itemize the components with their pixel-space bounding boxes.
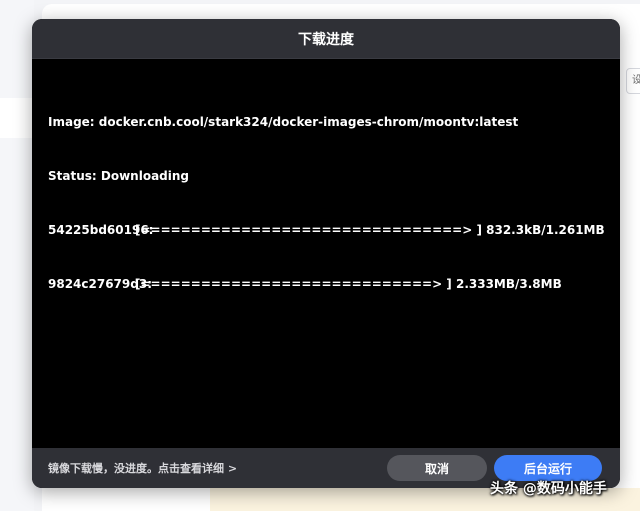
layer-row: 54225bd60196: [=========================… <box>48 221 620 239</box>
background-left-band <box>0 98 34 138</box>
dialog-header: 下载进度 <box>32 19 620 59</box>
image-line: Image: docker.cnb.cool/stark324/docker-i… <box>48 115 519 129</box>
terminal-output: Image: docker.cnb.cool/stark324/docker-i… <box>32 59 620 329</box>
layer-id: 9824c27679d3: <box>48 277 152 291</box>
watermark-text: 头条 @数码小能手 <box>490 481 607 497</box>
layer-row: 9824c27679d3: [=========================… <box>48 275 620 293</box>
dialog-title: 下载进度 <box>298 31 354 48</box>
background-side-button[interactable]: 设 <box>626 68 640 94</box>
cancel-button[interactable]: 取消 <box>387 455 487 481</box>
layer-progress-bar: [================================> ] 832… <box>135 223 605 237</box>
background-left-panel <box>0 0 34 511</box>
status-line: Status: Downloading <box>48 169 189 183</box>
layer-id: 54225bd60196: <box>48 223 154 237</box>
layer-progress-bar: [=============================> ] 2.333M… <box>135 277 562 291</box>
slow-download-help-link[interactable]: 镜像下载慢，没进度。点击查看详细 > <box>48 460 387 476</box>
download-progress-dialog: 下载进度 Image: docker.cnb.cool/stark324/doc… <box>32 19 620 488</box>
